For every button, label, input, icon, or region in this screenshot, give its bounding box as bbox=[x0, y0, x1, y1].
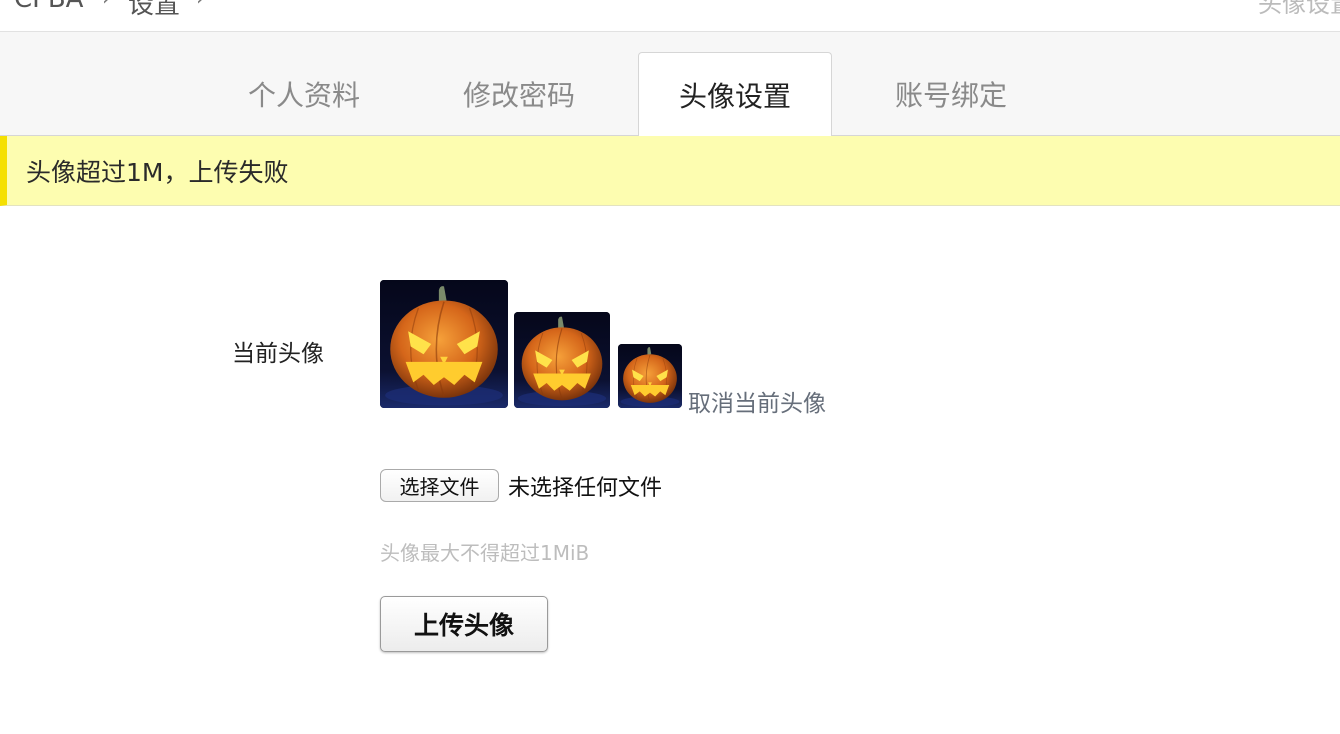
size-limit-hint: 头像最大不得超过1MiB bbox=[380, 541, 590, 565]
avatar-preview-medium bbox=[514, 312, 610, 408]
pumpkin-avatar-image bbox=[514, 312, 610, 408]
breadcrumb-separator: › bbox=[102, 0, 111, 11]
tab-change-password[interactable]: 修改密码 bbox=[422, 52, 616, 135]
current-avatar-label: 当前头像 bbox=[232, 341, 324, 367]
alert-message: 头像超过1M，上传失败 bbox=[26, 157, 289, 187]
pumpkin-avatar-image bbox=[380, 280, 508, 408]
choose-file-button[interactable]: 选择文件 bbox=[380, 469, 499, 502]
upload-avatar-button[interactable]: 上传头像 bbox=[380, 596, 548, 652]
breadcrumb: CPBA › 设置 › 头像设置 bbox=[0, 0, 1340, 32]
error-alert: 头像超过1M，上传失败 bbox=[0, 136, 1340, 206]
settings-tabs: 个人资料 修改密码 头像设置 账号绑定 bbox=[0, 32, 1340, 136]
tab-profile[interactable]: 个人资料 bbox=[207, 52, 401, 135]
avatar-preview-small bbox=[618, 344, 682, 408]
avatar-preview-large bbox=[380, 280, 508, 408]
tab-account-binding[interactable]: 账号绑定 bbox=[854, 52, 1048, 135]
breadcrumb-separator: › bbox=[196, 0, 205, 11]
pumpkin-avatar-image bbox=[618, 344, 682, 408]
cancel-current-avatar-link[interactable]: 取消当前头像 bbox=[688, 384, 826, 418]
breadcrumb-item-home[interactable]: CPBA bbox=[14, 0, 83, 14]
tab-avatar-settings[interactable]: 头像设置 bbox=[638, 52, 832, 136]
file-status-text: 未选择任何文件 bbox=[508, 476, 663, 501]
page-title-right: 头像设置 bbox=[1258, 0, 1340, 18]
breadcrumb-item-settings[interactable]: 设置 bbox=[128, 0, 180, 21]
